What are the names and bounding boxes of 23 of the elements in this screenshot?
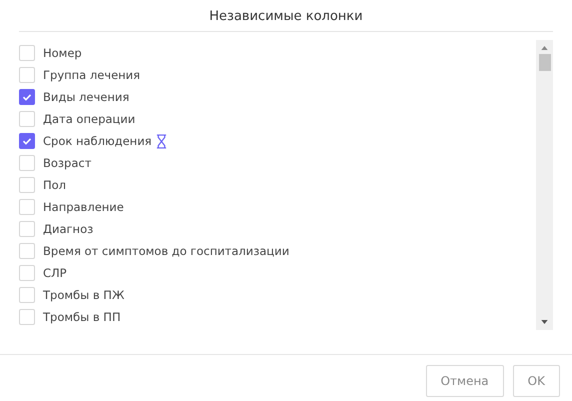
column-label: СЛР <box>43 266 67 280</box>
scrollbar[interactable] <box>536 40 553 330</box>
column-label: Номер <box>43 46 82 60</box>
column-label: Виды лечения <box>43 90 130 104</box>
hourglass-icon <box>156 134 167 148</box>
dialog-title: Независимые колонки <box>208 8 364 26</box>
checkbox[interactable] <box>19 133 35 149</box>
checkbox[interactable] <box>19 89 35 105</box>
column-label: Пол <box>43 178 66 192</box>
dialog-button[interactable]: OK <box>512 365 560 397</box>
column-label: Диагноз <box>43 222 94 236</box>
column-label: Дата операции <box>43 112 136 126</box>
dialog-button[interactable]: Отмена <box>426 365 504 397</box>
column-label: Возраст <box>43 156 92 170</box>
column-label: Тромбы в ПЖ <box>43 288 124 302</box>
column-label: Направление <box>43 200 124 214</box>
column-label: Группа лечения <box>43 68 140 82</box>
column-label: Тромбы в ПП <box>43 310 121 324</box>
column-label: Срок наблюдения <box>43 134 152 148</box>
scroll-thumb[interactable] <box>538 54 550 71</box>
column-label: Время от симптомов до госпитализации <box>43 244 290 258</box>
scroll-up-icon[interactable] <box>541 46 548 50</box>
scroll-down-icon[interactable] <box>541 320 548 324</box>
